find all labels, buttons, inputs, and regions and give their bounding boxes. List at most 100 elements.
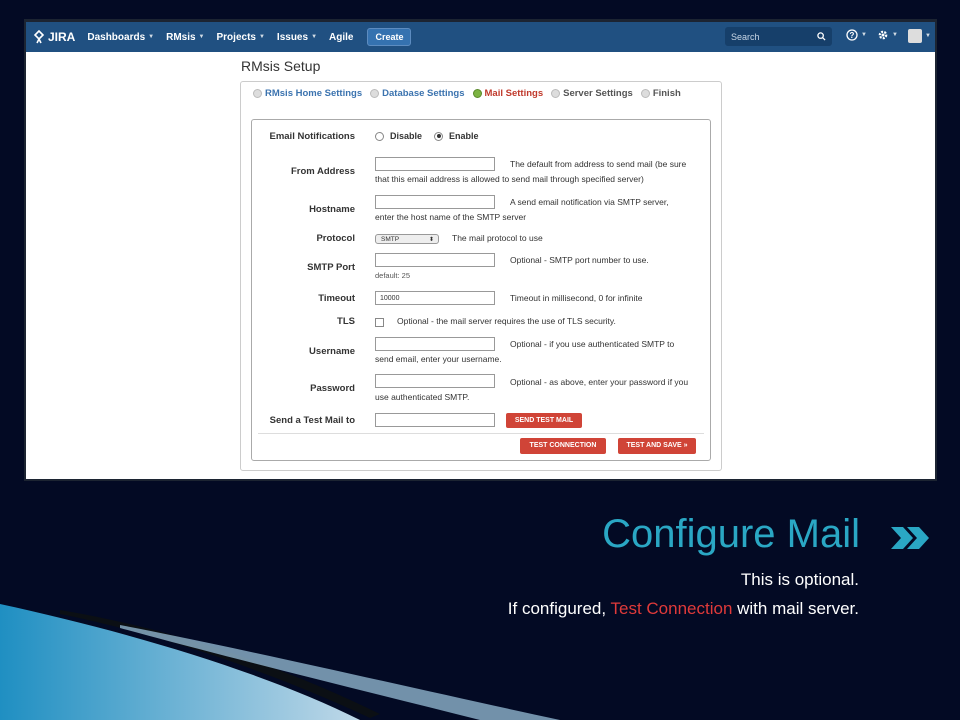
chevron-down-icon: ▼ (198, 34, 205, 40)
radio-disable[interactable]: Disable (375, 131, 422, 141)
user-menu[interactable]: ▼ (908, 29, 931, 43)
smtp-port-default: default: 25 (375, 271, 411, 280)
protocol-value: SMTP (381, 236, 400, 243)
nav-issues-label: Issues (276, 31, 309, 43)
nav-rmsis[interactable]: RMsis ▼ (166, 32, 204, 43)
radio-circle-icon (375, 131, 384, 141)
slide-bullet-1: This is optional. (740, 570, 859, 589)
decorative-swoosh (0, 604, 560, 720)
step-label: RMsis Home Settings (265, 88, 363, 99)
select-arrows-icon: ⬍ (428, 237, 434, 243)
step-dot-icon (370, 89, 380, 98)
page-title: RMsis Setup (241, 58, 321, 74)
slide-title: Configure Mail (602, 512, 860, 556)
protocol-select[interactable]: SMTP ⬍ (375, 234, 439, 244)
mail-settings-form: Email Notifications Disable Enable From … (251, 119, 711, 461)
test-mail-label: Send a Test Mail to (269, 415, 355, 426)
step-mail-settings[interactable]: Mail Settings (472, 88, 544, 99)
timeout-input[interactable]: 10000 (375, 291, 495, 305)
username-help-2: send email, enter your username. (375, 354, 502, 364)
jira-logo[interactable]: JIRA (32, 30, 75, 44)
jira-logo-text: JIRA (48, 30, 76, 44)
divider (258, 433, 704, 434)
search-input[interactable]: Search (725, 27, 832, 46)
test-mail-input[interactable] (375, 413, 495, 427)
chevron-down-icon: ▼ (148, 34, 155, 40)
protocol-help: The mail protocol to use (452, 233, 543, 243)
test-and-save-button[interactable]: TEST AND SAVE » (618, 438, 696, 454)
step-database-settings[interactable]: Database Settings (370, 88, 465, 99)
gear-icon (878, 30, 888, 40)
nav-dashboards-label: Dashboards (87, 31, 146, 43)
step-dot-icon (640, 89, 650, 98)
chevron-down-icon: ▼ (925, 33, 931, 39)
step-finish[interactable]: Finish (640, 88, 681, 99)
bullet-2-prefix: If configured, (507, 599, 611, 618)
timeout-label: Timeout (318, 293, 355, 304)
search-icon (817, 32, 826, 41)
hostname-help-2: enter the host name of the SMTP server (375, 212, 527, 222)
chevron-down-icon: ▼ (861, 32, 867, 38)
password-label: Password (310, 383, 355, 394)
timeout-help: Timeout in millisecond, 0 for infinite (510, 293, 643, 303)
nav-issues[interactable]: Issues ▼ (277, 32, 317, 43)
chevron-down-icon: ▼ (258, 34, 265, 40)
username-input[interactable] (375, 337, 495, 351)
nav-rmsis-label: RMsis (166, 31, 196, 43)
tls-label: TLS (337, 316, 355, 327)
smtp-port-label: SMTP Port (307, 262, 355, 273)
from-address-label: From Address (290, 166, 355, 177)
password-help-2: use authenticated SMTP. (375, 392, 470, 402)
email-notifications-label: Email Notifications (269, 131, 355, 142)
bullet-2-highlight: Test Connection (610, 599, 733, 618)
send-test-mail-button[interactable]: SEND TEST MAIL (506, 413, 582, 428)
slide-bullet-2: If configured, Test Connection with mail… (508, 599, 859, 619)
from-address-help: The default from address to send mail (b… (510, 159, 687, 169)
radio-label: Enable (449, 131, 479, 141)
from-address-input[interactable] (375, 157, 495, 171)
nav-projects[interactable]: Projects ▼ (217, 32, 265, 43)
screenshot-frame: JIRA Dashboards ▼ RMsis ▼ Projects ▼ Issues… (24, 19, 937, 481)
step-server-settings[interactable]: Server Settings (551, 88, 633, 99)
nav-dashboards[interactable]: Dashboards ▼ (87, 32, 154, 43)
create-button[interactable]: Create (367, 28, 412, 46)
chevron-down-icon: ▼ (311, 34, 318, 40)
step-label: Mail Settings (484, 88, 544, 99)
nav-projects-label: Projects (216, 31, 256, 43)
smtp-port-help: Optional - SMTP port number to use. (510, 255, 649, 265)
radio-label: Disable (390, 131, 423, 141)
from-address-help-2: that this email address is allowed to se… (375, 174, 644, 184)
avatar (908, 29, 922, 43)
tls-checkbox[interactable] (375, 318, 384, 327)
jira-logo-icon (33, 30, 45, 44)
help-icon: ? (846, 29, 858, 41)
double-chevron-icon (891, 527, 929, 549)
nav-agile-label: Agile (329, 31, 354, 43)
hostname-label: Hostname (309, 204, 355, 215)
protocol-label: Protocol (316, 233, 355, 244)
settings-menu[interactable]: ▼ (877, 29, 898, 41)
setup-steps: RMsis Home Settings Database Settings Ma… (253, 88, 689, 99)
password-input[interactable] (375, 374, 495, 388)
svg-text:?: ? (850, 31, 855, 40)
radio-selected-icon (434, 131, 443, 141)
hostname-help: A send email notification via SMTP serve… (510, 197, 669, 207)
jira-navbar: JIRA Dashboards ▼ RMsis ▼ Projects ▼ Issues… (26, 22, 935, 52)
username-help: Optional - if you use authenticated SMTP… (510, 339, 675, 349)
step-dot-icon (551, 89, 561, 98)
nav-agile[interactable]: Agile (329, 32, 353, 43)
test-connection-button[interactable]: TEST CONNECTION (520, 438, 606, 454)
step-label: Database Settings (382, 88, 465, 99)
help-menu[interactable]: ? ▼ (846, 29, 867, 41)
step-home-settings[interactable]: RMsis Home Settings (253, 88, 362, 99)
chevron-down-icon: ▼ (892, 32, 898, 38)
step-label: Finish (652, 88, 681, 99)
step-label: Server Settings (563, 88, 633, 99)
bullet-2-suffix: with mail server. (732, 599, 859, 618)
smtp-port-input[interactable] (375, 253, 495, 267)
radio-enable[interactable]: Enable (434, 131, 479, 141)
page-content: RMsis Setup RMsis Home Settings Database… (26, 52, 935, 479)
setup-panel: RMsis Home Settings Database Settings Ma… (240, 81, 722, 471)
search-placeholder: Search (731, 31, 760, 42)
hostname-input[interactable] (375, 195, 495, 209)
